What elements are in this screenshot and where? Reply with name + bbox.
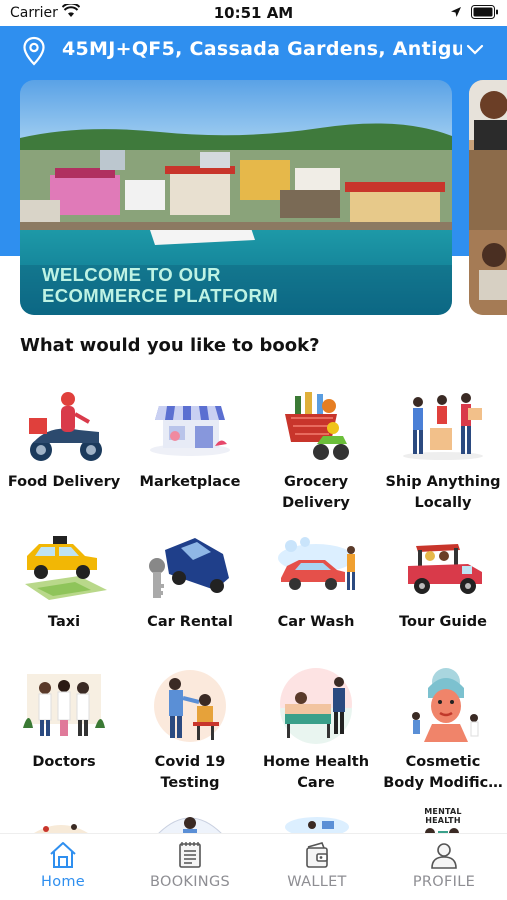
scooter-delivery-icon [29,392,102,461]
service-marketplace[interactable]: Marketplace [127,388,253,493]
location-arrow-icon [451,7,461,17]
tab-home-label: Home [40,874,86,890]
tour-jeep-icon [408,544,482,594]
profile-icon [431,843,457,869]
rental-car-icon [149,538,229,598]
service-covid-testing[interactable]: Covid 19 Testing [127,668,253,794]
tab-profile[interactable]: PROFILE [381,834,507,900]
storefront-icon [150,406,230,456]
next-banner-photo [469,80,507,315]
service-car-rental[interactable]: Car Rental [127,528,253,633]
peek-illustration-3 [285,817,349,833]
doctors-icon [23,674,105,736]
service-label: Cosmetic Body Modific… [383,754,503,791]
bookings-list-icon [179,842,201,868]
status-bar: Carrier 10:51 AM [0,0,507,26]
mental-health-figures [425,828,459,833]
taxi-icon [25,536,107,600]
tab-bookings-label: BOOKINGS [150,874,230,890]
section-heading: What would you like to book? [20,335,320,356]
wallet-icon [306,842,328,868]
service-label: Tour Guide [399,614,487,630]
tab-wallet[interactable]: WALLET [254,834,380,900]
service-label: Car Rental [147,614,233,630]
home-care-icon [280,668,352,744]
service-label: Car Wash [277,614,355,630]
service-label: Grocery Delivery [282,474,350,511]
map-pin-icon [23,36,45,66]
service-label: Food Delivery [7,474,121,490]
service-label: Taxi [47,614,81,630]
service-label: Marketplace [139,474,241,490]
chevron-down-icon[interactable] [466,44,484,55]
tab-profile-label: PROFILE [412,874,476,890]
grocery-basket-icon [285,392,349,460]
service-doctors[interactable]: Doctors [1,668,127,773]
service-label: Ship Anything Locally [385,474,501,511]
home-icon [50,842,76,868]
peek-illustration-1 [34,824,88,833]
peek-illustration-2 [158,817,222,833]
movers-icon [403,393,483,460]
tab-home[interactable]: Home [0,834,126,900]
service-label: Doctors [32,754,96,770]
service-label: Home Health Care [262,754,370,791]
service-ship-anything[interactable]: Ship Anything Locally [380,388,506,514]
next-banner-peek[interactable] [469,80,507,315]
service-label: Covid 19 Testing [154,754,226,791]
service-car-wash[interactable]: Car Wash [253,528,379,633]
location-address[interactable]: 45MJ+QF5, Cassada Gardens, Antigu… [62,38,462,60]
peek-illustration-4: MENTAL HEALTH [408,807,478,833]
service-cosmetic[interactable]: Cosmetic Body Modific… [380,668,506,794]
car-wash-icon [278,537,355,590]
service-grocery-delivery[interactable]: Grocery Delivery [253,388,379,514]
service-food-delivery[interactable]: Food Delivery [1,388,127,493]
service-tour-guide[interactable]: Tour Guide [380,528,506,633]
tab-bookings[interactable]: BOOKINGS [127,834,253,900]
tab-wallet-label: WALLET [287,874,347,890]
clock: 10:51 AM [213,4,294,22]
mental-health-text: MENTAL HEALTH [424,807,462,825]
location-selector[interactable]: 45MJ+QF5, Cassada Gardens, Antigu… [0,26,507,76]
service-home-health-care[interactable]: Home Health Care [253,668,379,794]
bottom-tab-bar: Home BOOKINGS WALLET PROFILE [0,833,507,900]
service-taxi[interactable]: Taxi [1,528,127,633]
service-row-peek: MENTAL HEALTH [0,805,507,833]
covid-test-icon [154,670,226,742]
banner-title: WELCOME TO OUR ECOMMERCE PLATFORM [42,264,279,306]
battery-icon [471,5,498,19]
cosmetic-icon [412,668,479,742]
promo-banner[interactable]: WELCOME TO OUR ECOMMERCE PLATFORM [20,80,452,315]
